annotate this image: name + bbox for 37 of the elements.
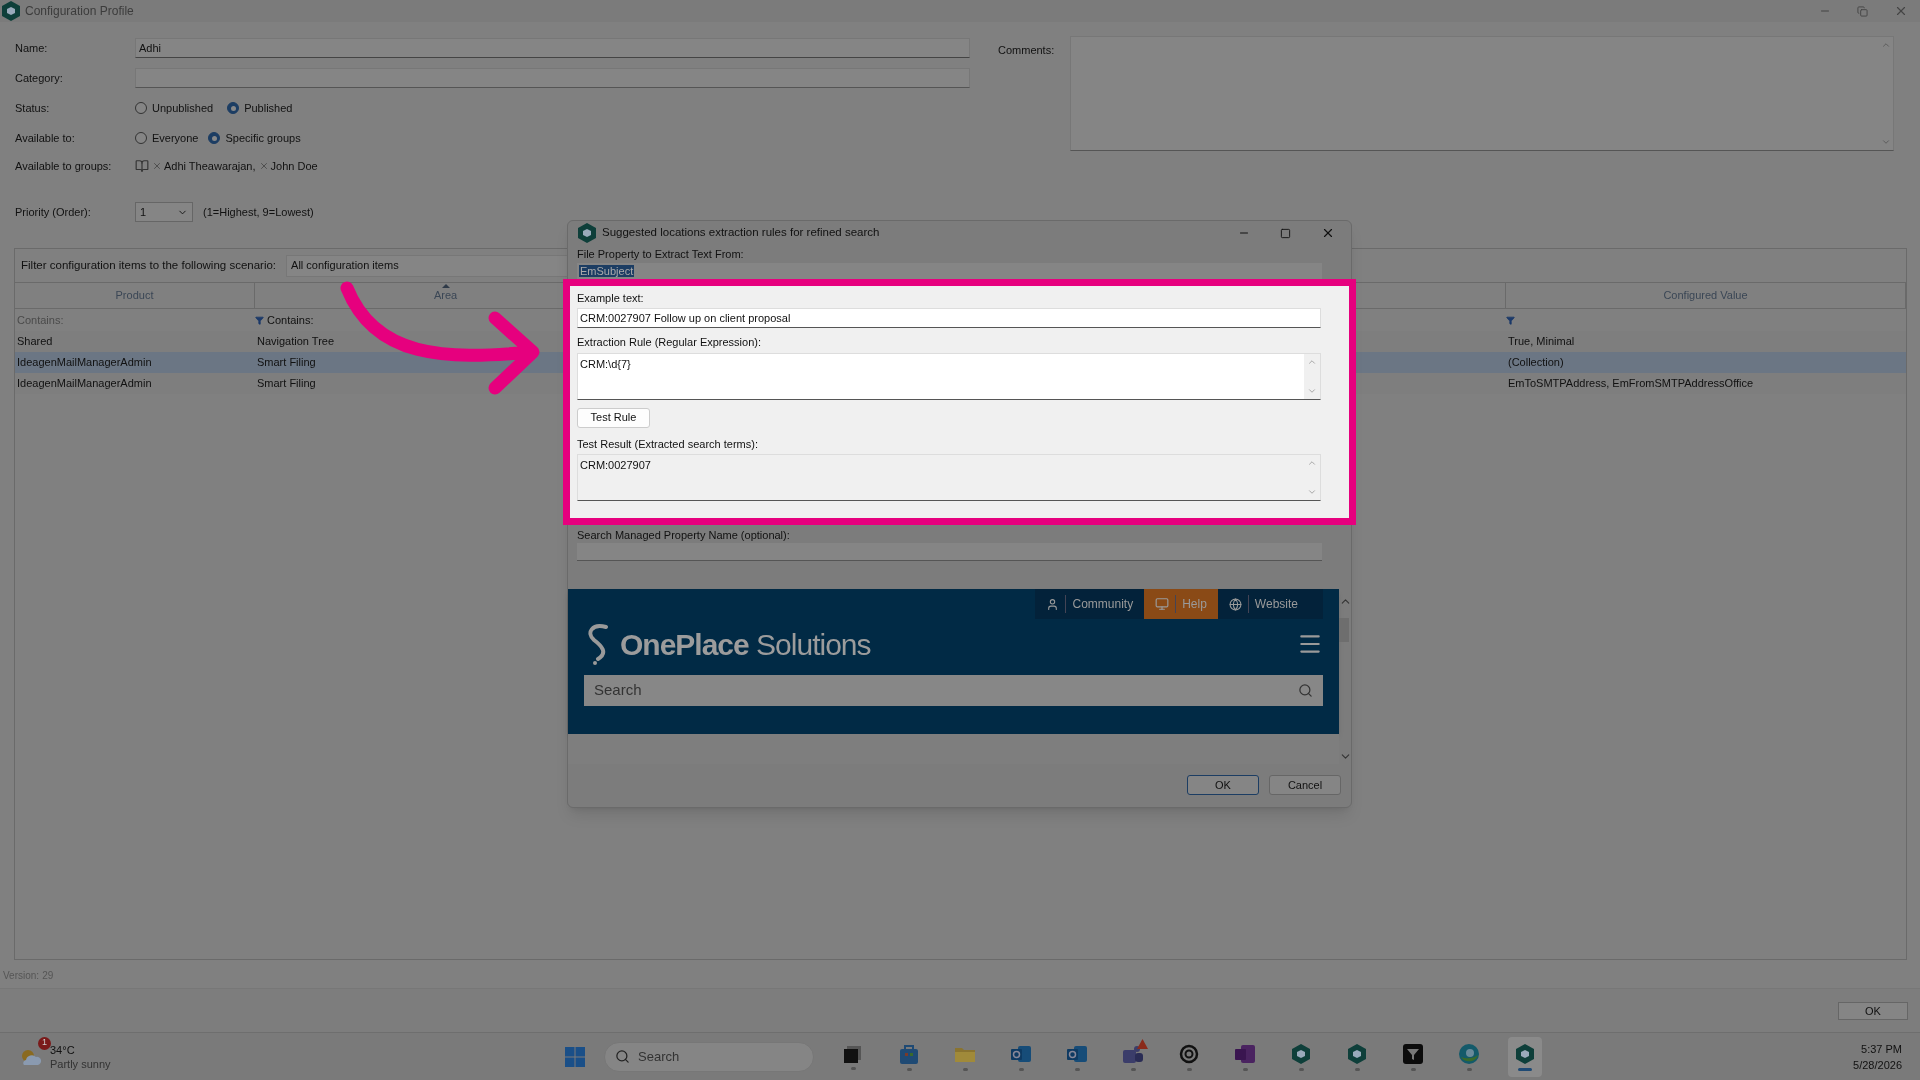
field-label: Available to groups:: [15, 158, 113, 174]
dialog-title: Suggested locations extraction rules for refined search: [602, 225, 880, 241]
field-label: Category:: [15, 70, 64, 86]
field-label: Extraction Rule (Regular Expression):: [577, 335, 763, 350]
radio-label: Everyone: [152, 130, 199, 146]
radio-label: Specific groups: [225, 130, 301, 146]
table-cell: IdeagenMailManagerAdmin: [17, 356, 152, 369]
notification-badge: 1: [38, 1036, 51, 1050]
filter-label: Filter configuration items to the following scenario:: [21, 257, 277, 273]
brand-logo: OnePlace Solutions: [620, 626, 871, 663]
group-tag: John Doe: [270, 157, 318, 175]
table-cell: (Collection): [1508, 356, 1564, 369]
field-label: Search Managed Property Name (optional):: [577, 527, 791, 543]
field-label: Status:: [15, 100, 51, 116]
temperature: 34°C: [50, 1042, 76, 1057]
filter-text: Contains:: [267, 312, 314, 328]
table-cell: Smart Filing: [257, 377, 316, 390]
table-cell: True, Minimal: [1508, 335, 1575, 348]
table-cell: Shared: [17, 335, 53, 348]
window-title: Configuration Profile: [25, 3, 134, 20]
priority-hint: (1=Highest, 9=Lowest): [203, 204, 314, 220]
radio-label: Published: [244, 100, 293, 116]
field-label: Name:: [15, 40, 49, 56]
field-label: Comments:: [998, 43, 1056, 58]
field-label: Priority (Order):: [15, 204, 92, 220]
table-cell: EmToSMTPAddress, EmFromSMTPAddressOffice: [1508, 377, 1754, 390]
table-cell: Navigation Tree: [257, 335, 335, 348]
radio-label: Unpublished: [152, 100, 214, 116]
group-tag: Adhi Theawarajan,: [164, 157, 256, 175]
clock-time: 5:37 PM: [1861, 1041, 1902, 1057]
table-cell: Smart Filing: [257, 356, 316, 369]
clock-date: 5/28/2026: [1853, 1057, 1902, 1073]
field-label: Test Result (Extracted search terms):: [577, 436, 759, 452]
table-cell: IdeagenMailManagerAdmin: [17, 377, 152, 390]
weather-condition: Partly sunny: [50, 1056, 111, 1071]
test-result-field: CRM:0027907: [577, 454, 1321, 501]
field-label: Available to:: [15, 130, 76, 146]
